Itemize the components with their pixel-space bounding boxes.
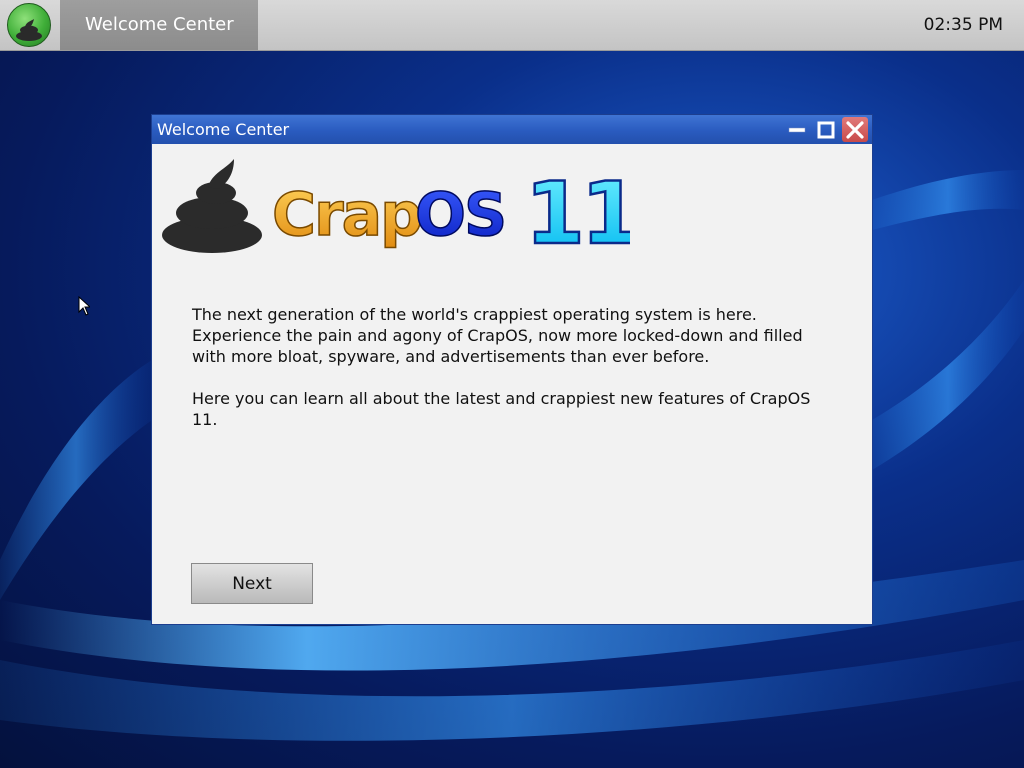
minimize-icon [788, 127, 806, 132]
logo-word-crap: Crap [272, 180, 421, 250]
start-button[interactable] [0, 0, 58, 50]
window-titlebar[interactable]: Welcome Center [152, 115, 872, 144]
poop-orb-icon [7, 3, 51, 47]
close-icon [846, 120, 864, 139]
next-button[interactable]: Next [191, 563, 313, 604]
poop-icon [162, 159, 262, 253]
crapos-logo: Crap OS 11 [162, 159, 630, 265]
desktop: Welcome Center 02:35 PM Welcome Center C… [0, 0, 1024, 768]
maximize-button[interactable] [813, 117, 839, 142]
intro-paragraph: The next generation of the world's crapp… [192, 305, 803, 366]
welcome-text: The next generation of the world's crapp… [192, 304, 812, 451]
taskbar-item-welcome-center[interactable]: Welcome Center [60, 0, 258, 50]
mouse-pointer-icon [78, 296, 90, 316]
window-title: Welcome Center [157, 120, 290, 139]
logo-word-os: OS [415, 180, 505, 250]
maximize-icon [817, 121, 835, 138]
close-button[interactable] [842, 117, 868, 142]
features-paragraph: Here you can learn all about the latest … [192, 389, 811, 429]
logo-version: 11 [525, 164, 630, 264]
minimize-button[interactable] [784, 117, 810, 142]
welcome-center-window: Welcome Center Crap OS 11 The next gener… [152, 115, 872, 624]
taskbar: Welcome Center 02:35 PM [0, 0, 1024, 51]
taskbar-clock: 02:35 PM [923, 15, 1003, 35]
